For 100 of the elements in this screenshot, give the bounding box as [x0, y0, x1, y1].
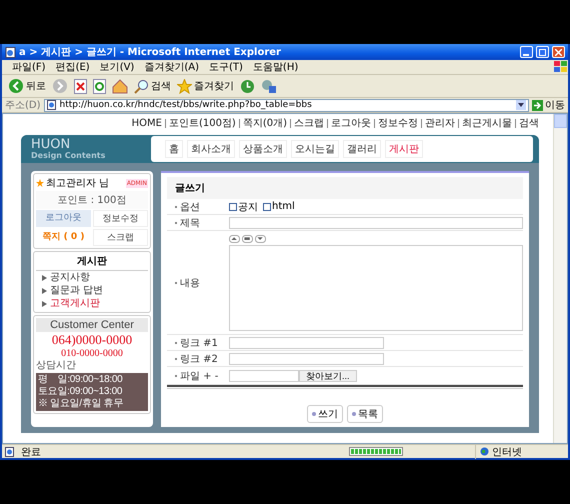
checkbox-label: 공지: [238, 200, 258, 214]
top-link[interactable]: HOME: [128, 119, 162, 128]
top-link[interactable]: 쪽지(0개): [238, 119, 287, 128]
forward-icon: [52, 78, 68, 94]
maximize-button[interactable]: [536, 46, 549, 58]
zone-indicator: 인터넷: [475, 444, 565, 458]
file-field[interactable]: [229, 370, 299, 382]
nav-item[interactable]: 갤러리: [343, 140, 381, 158]
field-label: 링크 #2: [180, 352, 218, 366]
page-icon: [5, 446, 15, 456]
resize-icon[interactable]: [242, 234, 253, 242]
board-link[interactable]: 공지사항: [36, 272, 148, 284]
triangle-icon: [42, 275, 47, 281]
home-icon: [112, 78, 128, 94]
back-button[interactable]: 뒤로: [8, 78, 46, 94]
refresh-icon: [93, 78, 106, 94]
maximize-icon: [539, 48, 546, 56]
history-button[interactable]: [240, 78, 255, 94]
checkbox[interactable]: [229, 202, 237, 210]
history-icon: [240, 78, 255, 94]
top-link[interactable]: 검색: [515, 119, 539, 128]
favorites-button[interactable]: 즐겨찾기: [177, 78, 234, 94]
top-link[interactable]: 관리자: [421, 119, 455, 128]
logo-title: HUON: [31, 138, 72, 151]
menu-item[interactable]: 파일(F): [12, 60, 46, 74]
member-link[interactable]: 로그아웃: [36, 210, 91, 227]
link-field[interactable]: [229, 352, 384, 364]
logo-subtitle: Design Contents: [31, 151, 106, 160]
checkbox-label: html: [272, 201, 295, 212]
search-icon: [134, 78, 149, 94]
close-icon: [555, 48, 562, 56]
search-button[interactable]: 검색: [134, 78, 171, 94]
field-label: 내용: [180, 276, 200, 290]
nav-item[interactable]: 오시는길: [291, 140, 339, 158]
nav-item[interactable]: 게시판: [385, 140, 423, 158]
nav-item[interactable]: 상품소개: [239, 140, 287, 158]
close-button[interactable]: [552, 46, 565, 58]
form-title: 글쓰기: [167, 177, 523, 199]
customer-center-title: Customer Center: [36, 318, 148, 332]
go-button[interactable]: 이동: [532, 98, 565, 112]
hours-line: 평 일:09:00~18:00: [38, 374, 122, 386]
member-link[interactable]: 정보수정: [93, 210, 148, 227]
arrow-icon: [532, 100, 543, 110]
nav-item[interactable]: 회사소개: [187, 140, 235, 158]
triangle-icon: [42, 288, 47, 294]
browse-button[interactable]: 찾아보기...: [299, 370, 357, 382]
media-button[interactable]: [261, 78, 277, 94]
triangle-icon: [42, 301, 47, 307]
stop-icon: [74, 78, 87, 94]
board-menu-title: 게시판: [36, 254, 148, 271]
nav-item[interactable]: 홈: [165, 140, 183, 158]
top-link[interactable]: 포인트(100점): [164, 119, 236, 128]
top-link[interactable]: 최근게시물: [458, 119, 512, 128]
hours-line: ※ 일요일/휴일 휴무: [38, 398, 124, 410]
content-field[interactable]: [229, 244, 523, 330]
top-link[interactable]: 로그아웃: [327, 119, 371, 128]
back-icon: [8, 78, 24, 94]
form-button[interactable]: 목록: [347, 405, 383, 423]
home-button[interactable]: [112, 78, 128, 94]
address-field[interactable]: http://huon.co.kr/hndc/test/bbs/write.php?bo_table=bbs: [44, 98, 529, 112]
top-link[interactable]: 정보수정: [374, 119, 418, 128]
star-icon: [36, 179, 44, 187]
board-link[interactable]: 고객게시판: [36, 298, 148, 310]
dropdown-icon[interactable]: [516, 100, 526, 110]
stop-button[interactable]: [74, 78, 87, 94]
field-label: 제목: [180, 216, 200, 230]
minimize-button[interactable]: [520, 46, 533, 58]
top-link[interactable]: 스크랩: [290, 119, 324, 128]
menu-item[interactable]: 도움말(H): [252, 60, 298, 74]
window-title: a > 게시판 > 글쓰기 - Microsoft Internet Explorer: [19, 46, 282, 59]
globe-icon: [480, 447, 489, 456]
field-label: 링크 #1: [180, 336, 218, 350]
menu-item[interactable]: 편집(E): [56, 60, 90, 74]
bullet-icon: [352, 412, 356, 416]
menu-item[interactable]: 도구(T): [209, 60, 243, 74]
member-name: 최고관리자 님: [46, 177, 110, 190]
member-link[interactable]: 스크랩: [93, 229, 148, 246]
board-link[interactable]: 질문과 답변: [36, 285, 148, 297]
field-label: 파일 + -: [180, 370, 218, 382]
page-icon: [46, 100, 57, 110]
menu-item[interactable]: 보기(V): [100, 60, 134, 74]
status-text: 완료: [21, 446, 42, 458]
windows-logo-icon: [554, 61, 568, 73]
resize-icon[interactable]: [229, 234, 240, 242]
checkbox[interactable]: [263, 202, 271, 210]
resize-icon[interactable]: [255, 234, 266, 242]
phone-number: 010-0000-0000: [60, 348, 124, 359]
page-icon: [5, 46, 16, 58]
bullet-icon: [312, 412, 316, 416]
title-field[interactable]: [229, 216, 523, 228]
address-label: 주소(D): [5, 99, 41, 112]
refresh-button[interactable]: [93, 78, 106, 94]
hours-title: 상담시간: [36, 360, 77, 372]
media-icon: [261, 78, 277, 94]
scrollbar[interactable]: [553, 114, 567, 443]
menu-item[interactable]: 즐겨찾기(A): [144, 60, 199, 74]
star-icon: [177, 78, 192, 94]
form-button[interactable]: 쓰기: [307, 405, 343, 423]
points-text: 포인트 : 100점: [36, 191, 148, 209]
link-field[interactable]: [229, 336, 384, 348]
